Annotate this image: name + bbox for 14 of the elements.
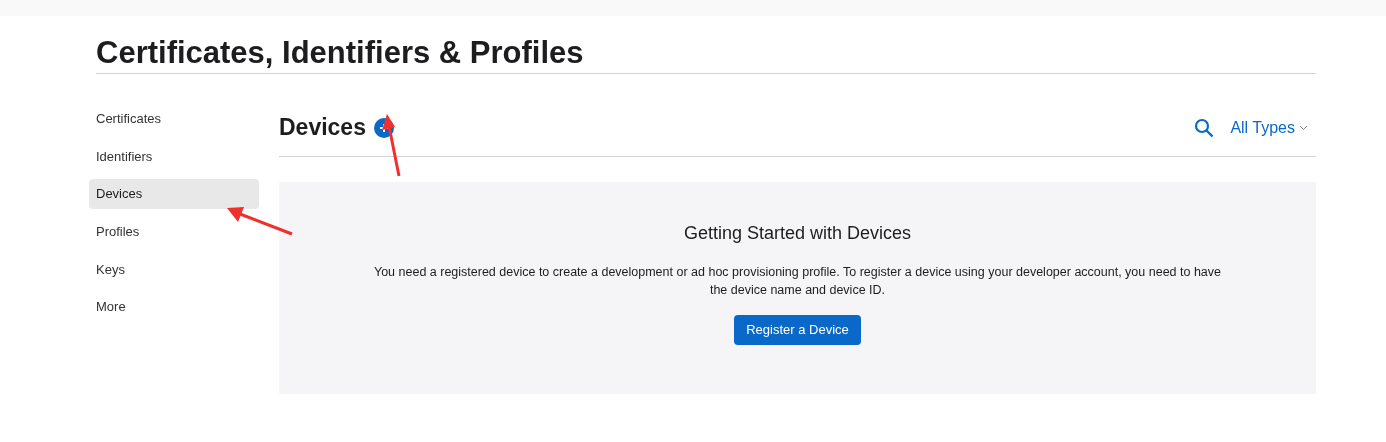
sidebar-item[interactable]: Keys <box>89 254 259 285</box>
empty-state-heading: Getting Started with Devices <box>683 221 912 245</box>
sidebar-item[interactable]: Identifiers <box>89 141 259 172</box>
sidebar-item[interactable]: Devices <box>89 179 259 209</box>
register-device-button[interactable]: Register a Device <box>734 315 861 345</box>
section-title: Devices <box>279 114 366 142</box>
search-icon[interactable] <box>1194 118 1215 138</box>
sidebar-item[interactable]: Profiles <box>89 216 259 247</box>
filter-dropdown[interactable]: All Types <box>1230 116 1308 140</box>
empty-state-text: You need a registered device to create a development or ad hoc provisioning profile. To register a device using your developer account, you need to have the device name and device ID. <box>372 263 1223 299</box>
sidebar-item[interactable]: More <box>89 292 259 322</box>
caret-icon <box>1299 125 1308 131</box>
page-title: Certificates, Identifiers & Profiles <box>96 34 1316 75</box>
sidebar-item[interactable]: Certificates <box>89 104 259 134</box>
